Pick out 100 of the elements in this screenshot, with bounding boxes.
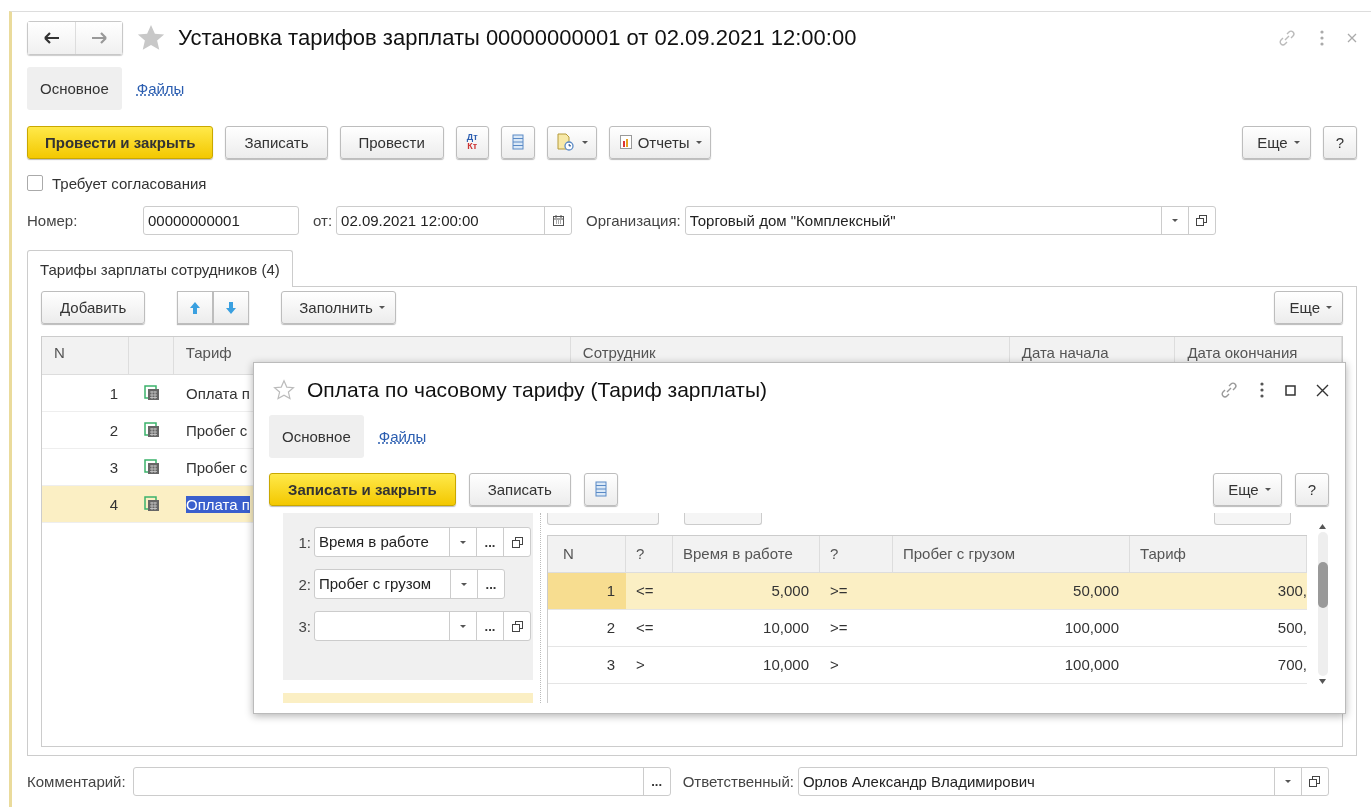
table-more-button[interactable]: Еще bbox=[1274, 291, 1343, 324]
tariff-cell: Пробег с bbox=[186, 458, 248, 476]
tariff-cell-text: 700, bbox=[1276, 655, 1307, 675]
column-header: Тариф bbox=[1130, 536, 1307, 572]
move-up-button[interactable] bbox=[177, 291, 214, 324]
move-down-button[interactable] bbox=[213, 291, 250, 324]
row-number: 1 bbox=[108, 384, 119, 402]
more-vertical-icon[interactable] bbox=[1259, 382, 1265, 398]
grid-row[interactable]: 1 <= 5,000 >= 50,000 300, bbox=[548, 573, 1307, 610]
date-field[interactable]: 02.09.2021 12:00:00 bbox=[336, 206, 573, 235]
toolbar-button[interactable]: Провести bbox=[339, 125, 444, 159]
open-window-icon bbox=[1196, 215, 1208, 226]
link-icon[interactable] bbox=[1219, 380, 1239, 400]
back-button[interactable] bbox=[28, 22, 75, 54]
section-tab[interactable]: Тарифы зарплаты сотрудников (4) bbox=[27, 250, 293, 287]
operator-cell-text: <= bbox=[635, 581, 655, 601]
save-button[interactable]: Записать bbox=[468, 472, 571, 506]
star-outline-icon[interactable] bbox=[273, 379, 295, 401]
comment-label: Комментарий: bbox=[27, 773, 126, 790]
document-menu-button[interactable] bbox=[546, 125, 597, 159]
column-header: Время в работе bbox=[673, 536, 820, 572]
more-button[interactable]: Еще bbox=[1213, 472, 1282, 506]
select-button[interactable]: ... bbox=[476, 528, 503, 556]
grid-row[interactable]: 2 <= 10,000 >= 100,000 500, bbox=[548, 610, 1307, 647]
save-and-close-button[interactable]: Записать и закрыть bbox=[269, 472, 456, 506]
document-clock-icon bbox=[555, 133, 576, 151]
post-and-close-button[interactable]: Провести и закрыть bbox=[27, 125, 214, 159]
scroll-thumb[interactable] bbox=[1317, 562, 1328, 608]
page-tab[interactable]: Файлы bbox=[127, 67, 194, 110]
link-icon[interactable] bbox=[1277, 28, 1297, 48]
tariff-cell: Пробег с bbox=[186, 421, 248, 439]
column-header: N bbox=[548, 536, 626, 572]
operator-cell-text: > bbox=[635, 655, 646, 675]
value-cell-text: 100,000 bbox=[1063, 618, 1120, 638]
select-button[interactable]: ... bbox=[476, 612, 503, 640]
value-cell-text: 10,000 bbox=[762, 618, 810, 638]
parameter-field[interactable]: Пробег с грузом ... bbox=[314, 569, 505, 599]
operator-cell-text: > bbox=[829, 655, 840, 675]
dialog-title: Оплата по часовому тарифу (Тариф зарплаты) bbox=[307, 378, 768, 402]
operator-cell-text: >= bbox=[829, 581, 849, 601]
tariff-cell-text: 300, bbox=[1276, 581, 1307, 601]
tariff-cell: Оплата п bbox=[186, 384, 250, 402]
parameter-field[interactable]: Время в работе ... bbox=[314, 527, 531, 557]
responsible-label: Ответственный: bbox=[682, 773, 794, 790]
toolbar-button[interactable]: Записать bbox=[225, 125, 328, 159]
column-header: ? bbox=[820, 536, 893, 572]
row-number: 2 bbox=[605, 618, 616, 638]
number-label: Номер: bbox=[27, 212, 79, 229]
more-button[interactable]: Еще bbox=[1242, 125, 1311, 159]
report-icon bbox=[619, 135, 632, 149]
number-field[interactable]: 00000000001 bbox=[143, 206, 299, 235]
scroll-down-icon[interactable] bbox=[1319, 679, 1326, 684]
calendar-icon bbox=[552, 215, 564, 226]
value-cell-text: 100,000 bbox=[1063, 655, 1120, 675]
parameter-field[interactable]: ... bbox=[314, 611, 531, 641]
page-tab[interactable]: Основное bbox=[269, 415, 364, 458]
up-arrow-icon bbox=[189, 300, 202, 315]
debit-credit-button[interactable]: Дт Кт bbox=[455, 125, 489, 159]
organization-label: Организация: bbox=[586, 212, 681, 229]
column-header: Пробег с грузом bbox=[893, 536, 1130, 572]
add-button[interactable]: Добавить bbox=[41, 291, 146, 324]
row-number: 3 bbox=[605, 655, 616, 675]
maximize-icon[interactable] bbox=[1285, 384, 1296, 396]
partial-button[interactable] bbox=[684, 513, 762, 525]
partial-button[interactable] bbox=[1214, 513, 1291, 525]
list-icon bbox=[511, 134, 524, 150]
responsible-field[interactable]: Орлов Александр Владимирович bbox=[797, 767, 1329, 796]
open-window-icon bbox=[1309, 776, 1321, 787]
page-tab[interactable]: Основное bbox=[27, 67, 122, 110]
comment-field[interactable]: ... bbox=[132, 767, 671, 796]
row-number: 4 bbox=[108, 495, 119, 513]
select-button[interactable]: ... bbox=[477, 570, 504, 598]
list-button[interactable] bbox=[583, 472, 618, 506]
page-tab[interactable]: Файлы bbox=[369, 415, 436, 458]
help-button[interactable]: ? bbox=[1294, 472, 1329, 506]
organization-field[interactable]: Торговый дом "Комплексный" bbox=[684, 206, 1216, 235]
fill-button[interactable]: Заполнить bbox=[281, 291, 396, 324]
row-number: 1 bbox=[548, 573, 626, 609]
grid-row[interactable]: 3 > 10,000 > 100,000 700, bbox=[548, 647, 1307, 684]
back-arrow-icon bbox=[43, 32, 60, 44]
tariff-cell: Оплата п bbox=[186, 495, 250, 513]
window-title: Установка тарифов зарплаты 00000000001 от 02.09.2021 12:00:00 bbox=[178, 25, 857, 51]
close-icon[interactable] bbox=[1316, 383, 1329, 397]
column-header: ? bbox=[626, 536, 673, 572]
checkbox-label: Требует согласования bbox=[52, 174, 207, 192]
operator-cell-text: >= bbox=[829, 618, 849, 638]
list-button[interactable] bbox=[500, 125, 535, 159]
date-label: от: bbox=[313, 212, 333, 229]
partial-button[interactable] bbox=[547, 513, 659, 525]
down-arrow-icon bbox=[225, 300, 238, 315]
select-button[interactable]: ... bbox=[642, 768, 670, 795]
calculator-icon bbox=[143, 496, 160, 512]
help-button[interactable]: ? bbox=[1322, 125, 1357, 159]
value-cell-text: 5,000 bbox=[770, 581, 810, 601]
parameter-label: 1: bbox=[297, 533, 312, 551]
checkbox[interactable] bbox=[27, 175, 43, 191]
open-window-icon bbox=[511, 536, 523, 548]
tariff-cell-text: 500, bbox=[1276, 618, 1307, 638]
column-header: N bbox=[42, 337, 129, 374]
reports-button[interactable]: Отчеты bbox=[608, 125, 711, 159]
